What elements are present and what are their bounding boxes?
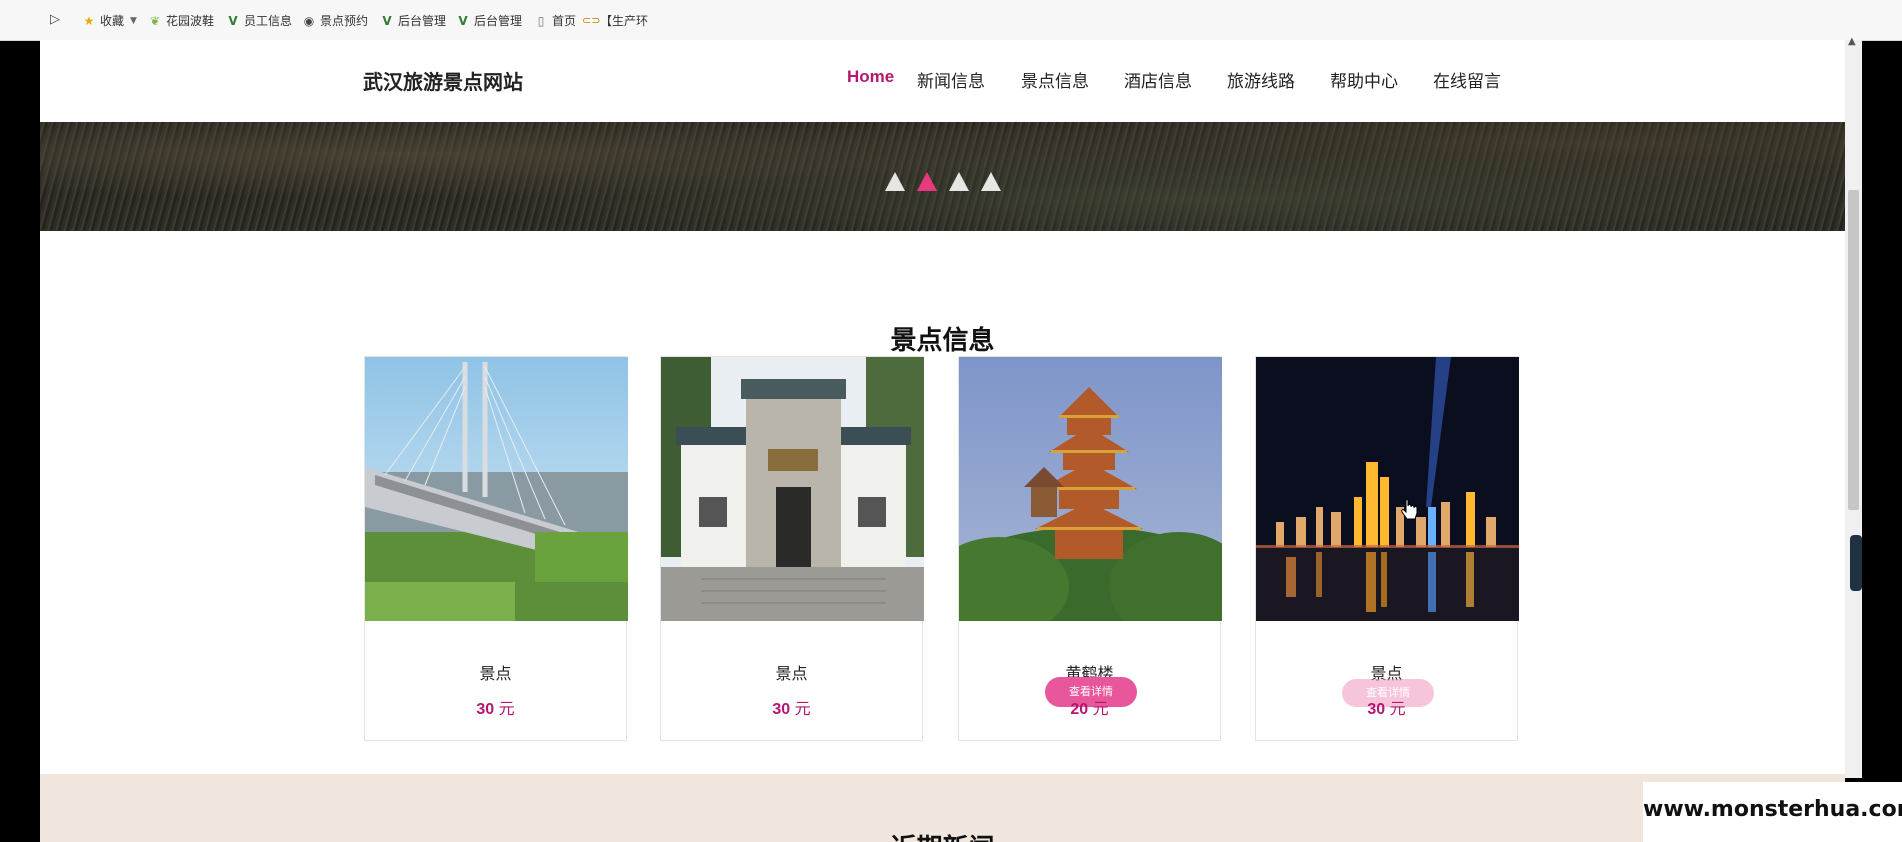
sidebar-toggle-icon[interactable]: ▷: [50, 12, 60, 27]
news-section: 近期新闻: [40, 774, 1845, 842]
attraction-name: 景点: [479, 666, 512, 683]
hand-cursor-icon: [1401, 500, 1418, 520]
bookmarks-bar: ▷ ★ 收藏 ▼ ❦ 花园波鞋 V 员工信息 ◉ 景点预约 V 后台管理 V 后…: [0, 0, 1902, 41]
attraction-name: 景点: [775, 666, 808, 683]
slide-indicator-active[interactable]: [917, 172, 937, 191]
web-page: 武汉旅游景点网站 Home 新闻信息 景点信息 酒店信息 旅游线路 帮助中心 在…: [40, 40, 1845, 842]
nav-attractions[interactable]: 景点信息: [1021, 67, 1089, 92]
section-title: 景点信息: [890, 325, 995, 355]
bell-icon: ◉: [303, 13, 315, 28]
v-logo-icon: V: [382, 13, 392, 28]
attraction-price: 30 元: [476, 701, 515, 718]
attraction-card[interactable]: 景点 30 元: [660, 356, 924, 741]
slide-indicator[interactable]: [949, 172, 969, 191]
attraction-card[interactable]: 景点 30 元: [364, 356, 628, 741]
bookmark-item[interactable]: V 后台管理: [456, 12, 522, 29]
bookmark-item[interactable]: ◉ 景点预约: [302, 12, 368, 29]
star-icon: ★: [83, 13, 95, 28]
attraction-card[interactable]: 景点 查看详情 30 元: [1255, 356, 1519, 741]
bookmark-item[interactable]: ⊂⊃ 【生产环: [582, 12, 648, 29]
link-icon: ⊂⊃: [582, 13, 601, 27]
site-header: 武汉旅游景点网站 Home 新闻信息 景点信息 酒店信息 旅游线路 帮助中心 在…: [40, 40, 1845, 122]
side-panel-handle[interactable]: [1850, 535, 1862, 591]
bookmark-item[interactable]: ❦ 花园波鞋: [148, 12, 214, 29]
bookmark-favorites[interactable]: ★ 收藏 ▼: [82, 12, 137, 29]
scroll-up-arrow-icon[interactable]: ▲: [1848, 36, 1856, 47]
gate-photo[interactable]: [661, 357, 924, 621]
bookmark-item[interactable]: V 员工信息: [226, 12, 292, 29]
bridge-photo[interactable]: [365, 357, 628, 621]
chevron-down-icon: ▼: [130, 15, 137, 26]
v-logo-icon: V: [228, 13, 238, 28]
attraction-price: 20 元: [1070, 701, 1109, 718]
attraction-card[interactable]: 黄鹤楼 查看详情 20 元: [958, 356, 1222, 741]
banner-slider: [40, 122, 1845, 231]
document-icon: ▯: [537, 13, 545, 28]
slide-indicator[interactable]: [981, 172, 1001, 191]
yellow-crane-tower-photo[interactable]: [959, 357, 1222, 621]
bookmark-item[interactable]: V 后台管理: [380, 12, 446, 29]
nav-hotels[interactable]: 酒店信息: [1124, 67, 1192, 92]
slider-indicators: [885, 172, 1001, 191]
nav-messages[interactable]: 在线留言: [1433, 67, 1501, 92]
nav-help[interactable]: 帮助中心: [1330, 67, 1398, 92]
v-logo-icon: V: [458, 13, 468, 28]
leaf-icon: ❦: [149, 13, 161, 28]
watermark: www.monsterhua.com: [1643, 782, 1902, 842]
slide-indicator[interactable]: [885, 172, 905, 191]
nav-news[interactable]: 新闻信息: [917, 67, 985, 92]
bookmark-item[interactable]: ▯ 首页: [534, 12, 576, 29]
nav-home[interactable]: Home: [847, 67, 894, 87]
news-section-title: 近期新闻: [40, 828, 1845, 842]
nav-routes[interactable]: 旅游线路: [1227, 67, 1295, 92]
site-title[interactable]: 武汉旅游景点网站: [363, 66, 523, 95]
attraction-price: 30 元: [1367, 701, 1406, 718]
scrollbar-thumb[interactable]: [1848, 190, 1859, 510]
attraction-price: 30 元: [772, 701, 811, 718]
night-skyline-photo[interactable]: [1256, 357, 1519, 621]
